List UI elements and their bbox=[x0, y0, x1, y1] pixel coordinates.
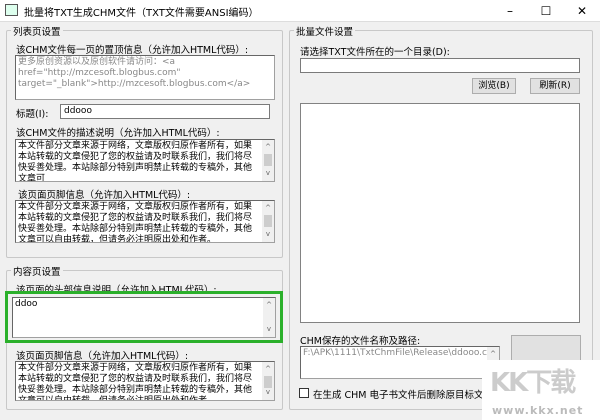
watermark-url: www.kkx.net bbox=[492, 404, 584, 417]
list-footer-text: 本文件部分文章来源于网络，文章版权归原作者所有，如果本站转载的文章侵犯了您的权益… bbox=[18, 202, 253, 243]
title-input[interactable]: ddooo bbox=[60, 104, 270, 119]
save-path-textarea[interactable]: F:\APK\1111\TxtChmFile\Release\ddooo.chm… bbox=[300, 346, 500, 379]
content-footer-label: 该页面页脚信息（允许加入HTML代码）: bbox=[16, 351, 189, 362]
header-info-textarea[interactable]: ddoo ^ v bbox=[12, 297, 276, 338]
app-icon bbox=[5, 4, 18, 16]
desc-text: 本文件部分文章来源于网络，文章版权归原作者所有，如果本站转载的文章侵犯了您的权益… bbox=[18, 141, 253, 182]
top-info-label: 该CHM文件每一页的置顶信息（允许加入HTML代码）: bbox=[16, 45, 249, 56]
window-title: 批量将TXT生成CHM文件（TXT文件需要ANSI编码） bbox=[24, 8, 259, 19]
scrollbar[interactable]: ^ v bbox=[263, 298, 275, 337]
scrollbar[interactable]: ^ v bbox=[262, 140, 274, 181]
desc-label: 该CHM文件的描述说明（允许加入HTML代码）: bbox=[16, 128, 220, 139]
batch-legend: 批量文件设置 bbox=[294, 24, 356, 38]
desc-textarea[interactable]: 本文件部分文章来源于网络，文章版权归原作者所有，如果本站转载的文章侵犯了您的权益… bbox=[15, 139, 275, 182]
scrollbar[interactable]: ^ v bbox=[262, 362, 274, 400]
title-bar: 批量将TXT生成CHM文件（TXT文件需要ANSI编码） – ☐ ✕ bbox=[0, 0, 600, 22]
list-footer-label: 该页面页脚信息（允许加入HTML代码）: bbox=[18, 190, 191, 201]
browse-button[interactable]: 浏览(B) bbox=[472, 78, 516, 94]
maximize-button[interactable]: ☐ bbox=[528, 0, 564, 22]
list-footer-textarea[interactable]: 本文件部分文章来源于网络，文章版权归原作者所有，如果本站转载的文章侵犯了您的权益… bbox=[15, 200, 275, 243]
save-path-label: CHM保存的文件名称及路径: bbox=[300, 336, 421, 347]
delete-checkbox[interactable] bbox=[299, 388, 309, 398]
file-listbox[interactable] bbox=[300, 103, 580, 323]
refresh-button[interactable]: 刷新(R) bbox=[530, 78, 580, 94]
watermark: KK下载 www.kkx.net bbox=[482, 360, 600, 420]
save-path-text: F:\APK\1111\TxtChmFile\Release\ddooo.chm bbox=[303, 348, 500, 358]
scrollbar[interactable]: ^ v bbox=[262, 201, 274, 242]
minimize-button[interactable]: – bbox=[492, 0, 528, 22]
delete-checkbox-label[interactable]: 在生成 CHM 电子书文件后删除原目标文件夹 bbox=[313, 387, 503, 401]
content-page-legend: 内容页设置 bbox=[11, 264, 63, 278]
top-info-text: 更多原创资源以及原创软件请访问：<a href="http://mzcesoft… bbox=[18, 57, 251, 89]
content-footer-text: 本文件部分文章来源于网络，文章版权归原作者所有，如果本站转载的文章侵犯了您的权益… bbox=[18, 363, 253, 401]
list-page-legend: 列表页设置 bbox=[11, 24, 63, 38]
dir-label: 请选择TXT文件所在的一个目录(D): bbox=[300, 47, 450, 58]
header-info-text: ddoo bbox=[15, 299, 38, 309]
top-info-textarea[interactable]: 更多原创资源以及原创软件请访问：<a href="http://mzcesoft… bbox=[15, 55, 275, 100]
close-button[interactable]: ✕ bbox=[564, 0, 600, 22]
dir-input[interactable] bbox=[300, 58, 580, 73]
content-footer-textarea[interactable]: 本文件部分文章来源于网络，文章版权归原作者所有，如果本站转载的文章侵犯了您的权益… bbox=[15, 361, 275, 401]
watermark-logo: KK下载 bbox=[490, 368, 576, 398]
title-label: 标题(I): bbox=[16, 109, 49, 120]
